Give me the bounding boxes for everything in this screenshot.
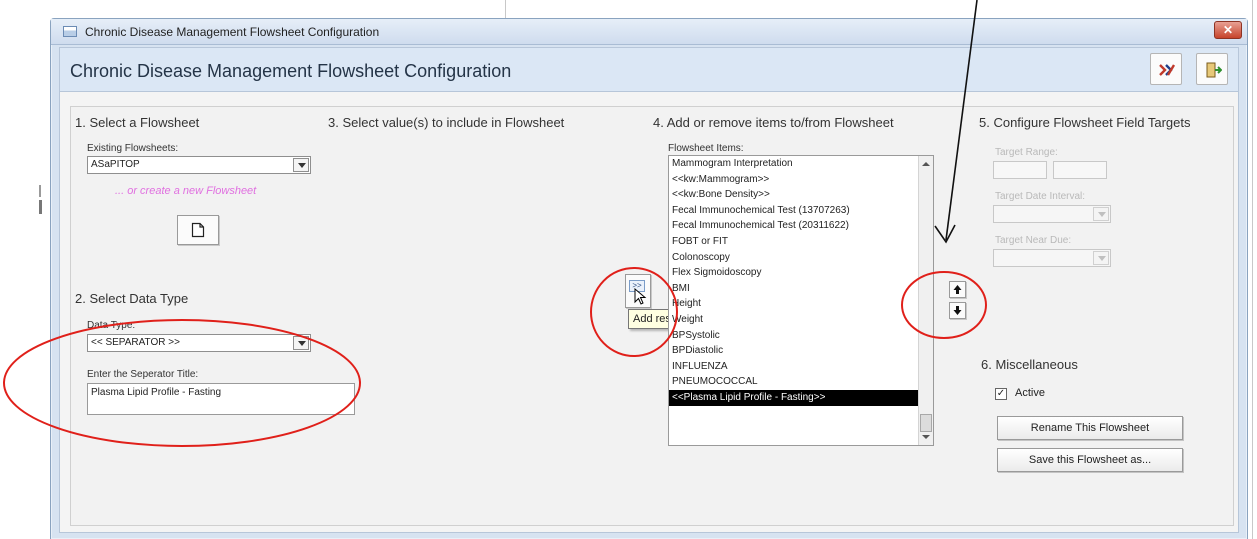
- list-item[interactable]: INFLUENZA: [669, 359, 933, 375]
- list-item[interactable]: BMI: [669, 281, 933, 297]
- screenshot-stage: Chronic Disease Management Flowsheet Con…: [0, 0, 1257, 539]
- window-title: Chronic Disease Management Flowsheet Con…: [85, 25, 380, 39]
- scroll-up-icon[interactable]: [922, 162, 930, 166]
- page-title: Chronic Disease Management Flowsheet Con…: [70, 61, 512, 81]
- chevron-down-icon[interactable]: [293, 158, 309, 172]
- remove-flowsheet-icon: [1159, 64, 1176, 76]
- move-down-button[interactable]: [949, 302, 966, 319]
- list-item[interactable]: <<kw:Bone Density>>: [669, 187, 933, 203]
- list-item[interactable]: Fecal Immunochemical Test (20311622): [669, 218, 933, 234]
- list-item[interactable]: PNEUMOCOCCAL: [669, 374, 933, 390]
- background-divider: [505, 0, 506, 18]
- rename-flowsheet-button[interactable]: Rename This Flowsheet: [997, 416, 1183, 440]
- header-band: Chronic Disease Management Flowsheet Con…: [60, 48, 1238, 92]
- mouse-cursor-icon: [634, 288, 647, 305]
- save-flowsheet-as-button[interactable]: Save this Flowsheet as...: [997, 448, 1183, 472]
- flowsheet-items-label: Flowsheet Items:: [668, 143, 744, 154]
- arrow-up-icon: [953, 285, 962, 294]
- active-checkbox[interactable]: ✓: [995, 388, 1007, 400]
- list-item[interactable]: BPSystolic: [669, 328, 933, 344]
- scroll-thumb[interactable]: [920, 414, 932, 432]
- background-mark: [39, 185, 41, 197]
- window-app-icon: [63, 26, 77, 37]
- new-document-icon: [191, 222, 205, 238]
- active-label: Active: [1015, 387, 1045, 399]
- new-flowsheet-button[interactable]: [177, 215, 219, 245]
- window-titlebar: Chronic Disease Management Flowsheet Con…: [51, 19, 1247, 45]
- background-divider: [1252, 0, 1253, 539]
- separator-title-label: Enter the Seperator Title:: [87, 369, 199, 380]
- list-item[interactable]: Fecal Immunochemical Test (13707263): [669, 203, 933, 219]
- target-range-min-input[interactable]: [993, 161, 1047, 179]
- target-near-due-label: Target Near Due:: [995, 235, 1072, 246]
- data-type-value: << SEPARATOR >>: [91, 337, 180, 348]
- existing-flowsheets-value: ASaPITOP: [91, 159, 140, 170]
- flowsheet-config-window: Chronic Disease Management Flowsheet Con…: [50, 18, 1248, 539]
- arrow-down-icon: [953, 306, 962, 315]
- list-item[interactable]: <<kw:Mammogram>>: [669, 172, 933, 188]
- chevron-down-icon[interactable]: [1093, 251, 1109, 265]
- target-date-interval-label: Target Date Interval:: [995, 191, 1086, 202]
- list-item[interactable]: Weight: [669, 312, 933, 328]
- configuration-panel: 1. Select a Flowsheet Existing Flowsheet…: [70, 106, 1234, 526]
- list-item[interactable]: BPDiastolic: [669, 343, 933, 359]
- target-range-max-input[interactable]: [1053, 161, 1107, 179]
- checkmark-icon: ✓: [996, 388, 1006, 399]
- data-type-label: Data Type:: [87, 320, 136, 331]
- separator-title-value: Plasma Lipid Profile - Fasting: [91, 387, 222, 398]
- section1-title: 1. Select a Flowsheet: [75, 115, 200, 130]
- section6-title: 6. Miscellaneous: [981, 357, 1078, 372]
- list-item[interactable]: Height: [669, 296, 933, 312]
- chevron-down-icon[interactable]: [1093, 207, 1109, 221]
- section2-title: 2. Select Data Type: [75, 291, 189, 306]
- separator-title-input[interactable]: Plasma Lipid Profile - Fasting: [87, 383, 355, 415]
- create-new-flowsheet-link[interactable]: ... or create a new Flowsheet: [115, 185, 256, 197]
- exit-button[interactable]: [1196, 53, 1228, 85]
- list-item[interactable]: Mammogram Interpretation: [669, 156, 933, 172]
- close-icon: ✕: [1222, 23, 1234, 37]
- target-range-label: Target Range:: [995, 147, 1058, 158]
- list-item[interactable]: FOBT or FIT: [669, 234, 933, 250]
- flowsheet-items-list: Mammogram Interpretation <<kw:Mammogram>>…: [669, 156, 933, 406]
- target-date-interval-dropdown[interactable]: [993, 205, 1111, 223]
- existing-flowsheets-label: Existing Flowsheets:: [87, 143, 179, 154]
- window-client-area: Chronic Disease Management Flowsheet Con…: [59, 47, 1239, 533]
- remove-flowsheet-button[interactable]: [1150, 53, 1182, 85]
- data-type-dropdown[interactable]: << SEPARATOR >>: [87, 334, 311, 352]
- list-item[interactable]: <<Plasma Lipid Profile - Fasting>>: [669, 389, 933, 406]
- section4-title: 4. Add or remove items to/from Flowsheet: [653, 115, 894, 130]
- list-item[interactable]: Colonoscopy: [669, 250, 933, 266]
- flowsheet-items-listbox[interactable]: Mammogram Interpretation <<kw:Mammogram>>…: [668, 155, 934, 446]
- existing-flowsheets-dropdown[interactable]: ASaPITOP: [87, 156, 311, 174]
- add-result-button[interactable]: >>: [625, 274, 651, 308]
- scroll-down-icon[interactable]: [922, 435, 930, 439]
- target-near-due-dropdown[interactable]: [993, 249, 1111, 267]
- move-up-button[interactable]: [949, 281, 966, 298]
- section5-title: 5. Configure Flowsheet Field Targets: [979, 115, 1191, 130]
- exit-door-icon: [1206, 62, 1222, 78]
- window-close-button[interactable]: ✕: [1214, 21, 1242, 39]
- background-mark: [39, 200, 42, 214]
- list-item[interactable]: Flex Sigmoidoscopy: [669, 265, 933, 281]
- section3-title: 3. Select value(s) to include in Flowshe…: [328, 115, 565, 130]
- chevron-down-icon[interactable]: [293, 336, 309, 350]
- listbox-scrollbar[interactable]: [918, 156, 933, 445]
